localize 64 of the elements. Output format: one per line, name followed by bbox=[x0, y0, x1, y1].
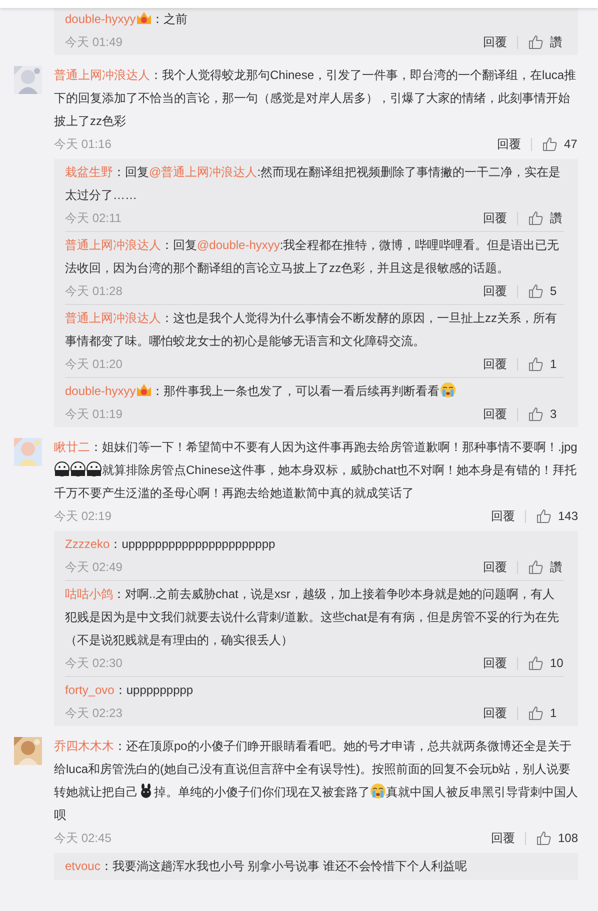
crying-face-icon bbox=[370, 783, 386, 799]
thumbs-up-icon bbox=[542, 136, 558, 152]
reply-link[interactable]: 回覆 bbox=[483, 355, 507, 373]
reply-link[interactable]: 回覆 bbox=[483, 704, 507, 722]
thumbs-up-icon bbox=[528, 655, 544, 671]
thumbs-up-icon bbox=[528, 356, 544, 372]
face-icon bbox=[70, 461, 86, 477]
reply-link[interactable]: 回覆 bbox=[483, 654, 507, 672]
thumbs-up-icon bbox=[528, 406, 544, 422]
like-button[interactable]: 47 bbox=[542, 135, 578, 153]
comment-text: Zzzzeko：upppppppppppppppppppppp bbox=[65, 536, 276, 553]
like-button[interactable]: 讚 bbox=[528, 33, 564, 51]
timestamp: 今天 02:23 bbox=[65, 705, 122, 722]
comment-text: etvouc：我要淌这趟浑水我也小号 别拿小号说事 谁还不会怜惜下个人利益呢 bbox=[65, 858, 468, 875]
crown-icon bbox=[136, 10, 152, 26]
reply-link[interactable]: 回覆 bbox=[497, 135, 521, 153]
thumbs-up-icon bbox=[528, 559, 544, 575]
thumbs-up-icon bbox=[536, 830, 552, 846]
thumbs-up-icon bbox=[528, 283, 544, 299]
timestamp: 今天 01:16 bbox=[54, 136, 112, 153]
like-button[interactable]: 10 bbox=[528, 654, 564, 672]
thumbs-up-icon bbox=[528, 705, 544, 721]
timestamp: 今天 02:45 bbox=[54, 830, 112, 847]
comment-text: double-hyxyy ：之前 bbox=[65, 9, 189, 28]
comment-text: 咕咕小鸽：对啊..之前去威胁chat，说是xsr，越级，加上接着争吵本身就是她的问题啊，有人犯贱是因为是中文我们就要去说什么背刺/道歉。这些chat是有有病，但是房管不妥的行为在先（不是说犯贱就是有理由的，确实很丢人） bbox=[65, 586, 560, 649]
face-icon bbox=[86, 461, 102, 477]
like-button[interactable]: 108 bbox=[536, 829, 578, 847]
comment-text: 乔四木木木：还在顶原po的小傻子们睁开眼睛看看吧。她的号才申请，总共就两条微博还全是关于给luca和房管洗白的(她自己没有直说但言辞中全有误导性)。按照前面的回复不会玩b站，别人说要转她就让把自己 掉。单纯的小傻子们你们现在又被套路了 真就中国人被反串黑引导背刺中国人呗 bbox=[54, 738, 578, 824]
animal-icon bbox=[138, 783, 154, 799]
timestamp: 今天 02:30 bbox=[65, 655, 122, 672]
timestamp: 今天 02:19 bbox=[54, 508, 112, 525]
timestamp: 今天 01:19 bbox=[65, 406, 122, 423]
thumbs-up-icon bbox=[528, 210, 544, 226]
comment-text: 普通上网冲浪达人：我个人觉得蛟龙那句Chinese，引发了一件事，即台湾的一个翻译组，在luca推下的回复添加了不恰当的言论，那一句（感觉是对岸人居多），引爆了大家的情绪，此刻事情开始披上了zz色彩 bbox=[54, 67, 578, 130]
timestamp: 今天 02:49 bbox=[65, 559, 122, 576]
timestamp: 今天 01:28 bbox=[65, 283, 122, 300]
reply-link[interactable]: 回覆 bbox=[483, 209, 507, 227]
reply-link[interactable]: 回覆 bbox=[483, 33, 507, 51]
comment-text: 栽盆生野：回复@普通上网冲浪达人:然而现在翻译组把视频删除了事情撇的一干二净，实在是太过分了…… bbox=[65, 164, 562, 204]
reply-link[interactable]: 回覆 bbox=[490, 829, 515, 847]
thumbs-up-icon bbox=[528, 34, 544, 50]
reply-link[interactable]: 回覆 bbox=[483, 558, 507, 576]
thumbs-up-icon bbox=[536, 508, 552, 524]
timestamp: 今天 02:11 bbox=[65, 210, 122, 227]
comment-text: 瞅廿二：姐妹们等一下！希望简中不要有人因为这件事再跑去给房管道歉啊！那种事情不要啊！.jpg 就算排除房管点Chinese这件事，她本身双标，威胁chat也不对啊！她本身是有错的！拜托千万不要产生泛滥的圣母心啊！再跑去给她道歉简中真的就成笑话了 bbox=[54, 439, 578, 502]
like-button[interactable]: 讚 bbox=[528, 558, 564, 576]
crying-face-icon bbox=[440, 382, 456, 398]
timestamp: 今天 01:49 bbox=[65, 34, 122, 51]
like-button[interactable]: 讚 bbox=[528, 209, 564, 227]
comment-text: double-hyxyy ：那件事我上一条也发了，可以看一看后续再判断看看 bbox=[65, 380, 564, 403]
crown-icon bbox=[136, 382, 152, 398]
like-button[interactable]: 3 bbox=[528, 405, 564, 423]
reply-link[interactable]: 回覆 bbox=[483, 405, 507, 423]
reply-link[interactable]: 回覆 bbox=[483, 282, 507, 300]
comment-text: 普通上网冲浪达人：这也是我个人觉得为什么事情会不断发酵的原因，一旦扯上zz关系，所有事情都变了味。哪怕蛟龙女士的初心是能够无语言和文化障碍交流。 bbox=[65, 310, 558, 350]
like-button[interactable]: 1 bbox=[528, 704, 564, 722]
like-button[interactable]: 1 bbox=[528, 355, 564, 373]
like-button[interactable]: 143 bbox=[536, 507, 578, 525]
like-button[interactable]: 5 bbox=[528, 282, 564, 300]
timestamp: 今天 01:20 bbox=[65, 356, 122, 373]
reply-link[interactable]: 回覆 bbox=[490, 507, 515, 525]
comment-text: forty_ovo：uppppppppp bbox=[65, 682, 194, 699]
comment-text: 普通上网冲浪达人：回复@double-hyxyy:我全程都在推特，微博，哔哩哔哩看。但是语出已无法收回，因为台湾的那个翻译组的言论立马披上了zz色彩，并且这是很敏感的话题。 bbox=[65, 237, 560, 277]
face-icon bbox=[54, 461, 70, 477]
